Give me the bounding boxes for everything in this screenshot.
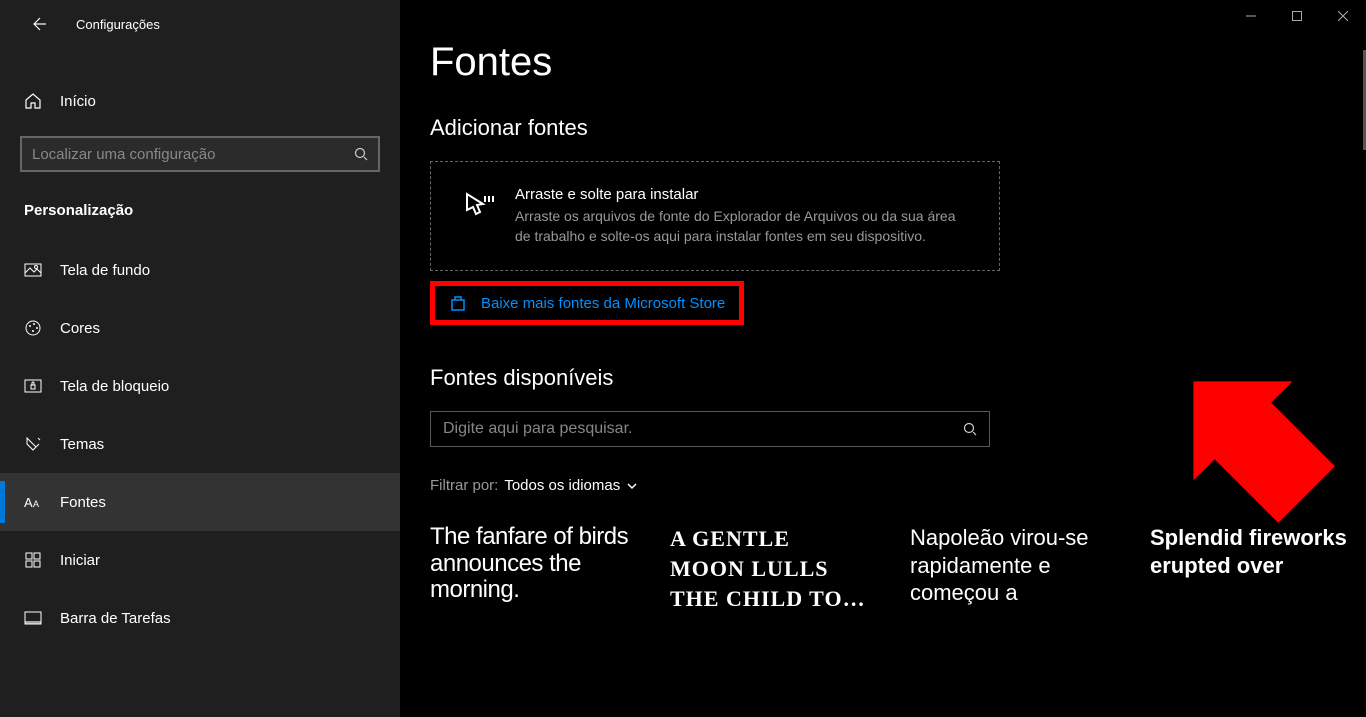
svg-text:A: A	[24, 495, 33, 510]
store-link-highlighted[interactable]: Baixe mais fontes da Microsoft Store	[430, 281, 744, 325]
maximize-button[interactable]	[1274, 0, 1320, 32]
nav-label: Barra de Tarefas	[60, 610, 171, 627]
page-title: Fontes	[430, 40, 1366, 85]
lock-screen-icon	[24, 377, 52, 395]
settings-search[interactable]	[20, 136, 380, 172]
sidebar: Configurações Início Personalização Tela…	[0, 0, 400, 717]
nav-list: Tela de fundo Cores Tela de bloqueio Temas A…	[0, 241, 400, 647]
font-search-input[interactable]	[443, 420, 963, 438]
back-arrow-icon[interactable]	[30, 16, 46, 32]
font-card[interactable]: Napoleão virou-se rapidamente e começou …	[910, 524, 1110, 613]
close-button[interactable]	[1320, 0, 1366, 32]
start-icon	[24, 551, 52, 569]
store-link-text: Baixe mais fontes da Microsoft Store	[481, 295, 725, 312]
window-controls	[1228, 0, 1366, 32]
dropzone-title: Arraste e solte para instalar	[515, 186, 969, 203]
palette-icon	[24, 319, 52, 337]
settings-search-input[interactable]	[32, 146, 354, 163]
nav-label: Temas	[60, 436, 104, 453]
svg-text:A: A	[33, 499, 39, 509]
nav-item-picture[interactable]: Tela de fundo	[0, 241, 400, 299]
drag-drop-icon	[461, 190, 497, 246]
filter-row[interactable]: Filtrar por: Todos os idiomas	[430, 477, 1366, 494]
home-icon	[24, 92, 52, 110]
nav-item-themes[interactable]: Temas	[0, 415, 400, 473]
search-icon	[963, 422, 977, 436]
filter-label: Filtrar por:	[430, 477, 498, 494]
fonts-icon: AA	[24, 493, 52, 511]
home-nav[interactable]: Início	[0, 82, 400, 120]
font-search[interactable]	[430, 411, 990, 447]
nav-label: Tela de bloqueio	[60, 378, 169, 395]
nav-label: Iniciar	[60, 552, 100, 569]
chevron-down-icon	[626, 480, 638, 492]
font-card[interactable]: The fanfare of birds announces the morni…	[430, 524, 630, 613]
store-icon	[449, 294, 469, 312]
dropzone-text: Arraste e solte para instalar Arraste os…	[515, 186, 969, 246]
minimize-button[interactable]	[1228, 0, 1274, 32]
font-dropzone[interactable]: Arraste e solte para instalar Arraste os…	[430, 161, 1000, 271]
search-icon	[354, 147, 368, 161]
taskbar-icon	[24, 609, 52, 627]
add-fonts-title: Adicionar fontes	[430, 115, 1366, 141]
app-title: Configurações	[76, 17, 160, 32]
font-card[interactable]: A gentle moon lulls the child to…	[670, 524, 870, 613]
home-label: Início	[60, 93, 96, 110]
nav-item-lock-screen[interactable]: Tela de bloqueio	[0, 357, 400, 415]
themes-icon	[24, 435, 52, 453]
picture-icon	[24, 261, 52, 279]
nav-item-start[interactable]: Iniciar	[0, 531, 400, 589]
nav-label: Tela de fundo	[60, 262, 150, 279]
main-content: Fontes Adicionar fontes Arraste e solte …	[400, 0, 1366, 717]
font-card[interactable]: Splendid fireworks erupted over	[1150, 524, 1350, 613]
nav-item-taskbar[interactable]: Barra de Tarefas	[0, 589, 400, 647]
titlebar: Configurações	[0, 8, 400, 42]
dropzone-desc: Arraste os arquivos de fonte do Explorad…	[515, 207, 969, 246]
nav-label: Cores	[60, 320, 100, 337]
filter-value: Todos os idiomas	[504, 477, 620, 494]
nav-label: Fontes	[60, 494, 106, 511]
available-fonts-title: Fontes disponíveis	[430, 365, 1366, 391]
nav-item-palette[interactable]: Cores	[0, 299, 400, 357]
font-cards: The fanfare of birds announces the morni…	[430, 524, 1366, 613]
nav-item-fonts[interactable]: AA Fontes	[0, 473, 400, 531]
section-header: Personalização	[0, 192, 400, 241]
